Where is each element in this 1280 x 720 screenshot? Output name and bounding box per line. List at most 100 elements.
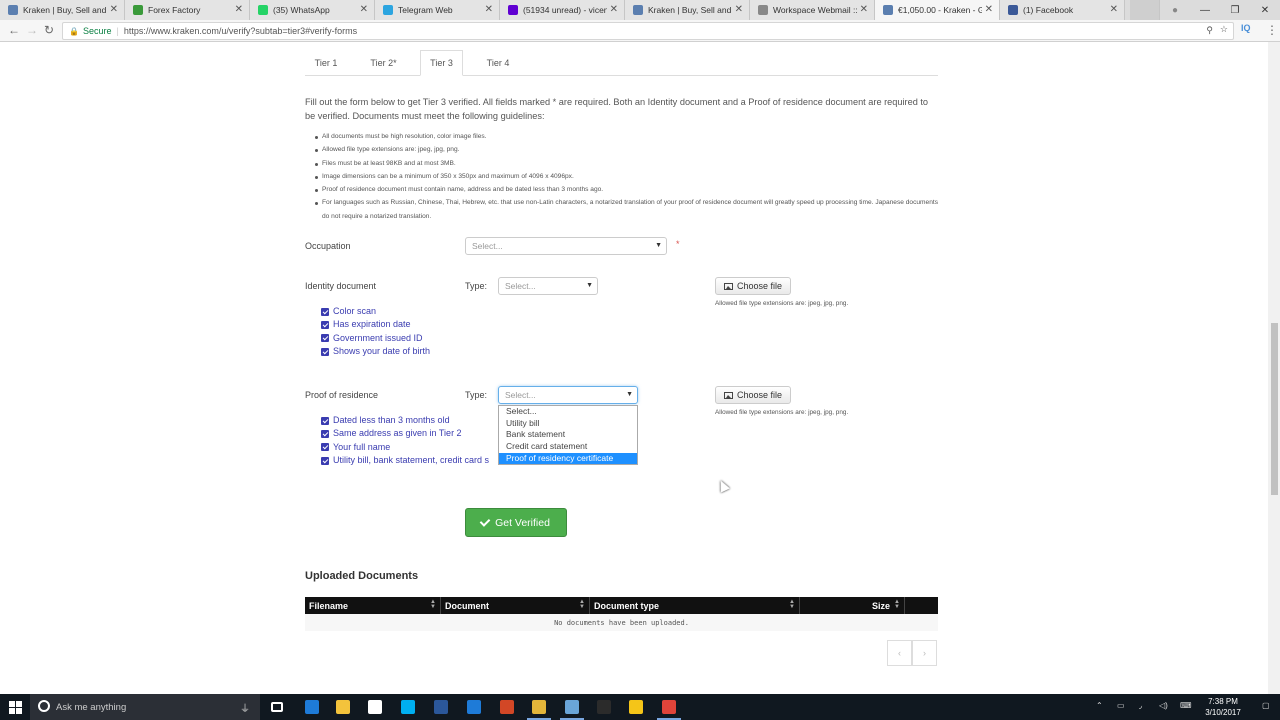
close-tab-icon[interactable]: ✕ — [860, 4, 868, 15]
volume-icon[interactable]: ◁) — [1159, 701, 1168, 710]
browser-tab[interactable]: €1,050.00 - Kraken - Ge ✕ — [875, 0, 1000, 20]
browser-tab[interactable]: Kraken | Buy, Sell and M ✕ — [0, 0, 125, 20]
skype-icon-glyph — [401, 700, 415, 714]
close-tab-icon[interactable]: ✕ — [985, 4, 993, 15]
tab-tier-4[interactable]: Tier 4 — [477, 50, 519, 76]
checkbox-checked-icon — [321, 334, 329, 343]
forward-icon[interactable]: → — [26, 23, 38, 37]
sort-icon: ▲ ▼ — [430, 599, 436, 610]
dropdown-option-highlighted[interactable]: Proof of residency certificate — [499, 452, 637, 465]
extension-icon[interactable]: IQ — [1241, 23, 1251, 33]
dropdown-option[interactable]: Select... — [499, 406, 637, 418]
check-item: Your full name — [333, 441, 391, 452]
red-app-icon[interactable] — [654, 694, 684, 720]
dropdown-option[interactable]: Credit card statement — [499, 441, 637, 453]
chrome-icon[interactable] — [524, 694, 554, 720]
dropdown-option[interactable]: Utility bill — [499, 418, 637, 430]
messaging-icon[interactable] — [459, 694, 489, 720]
residence-type-select[interactable]: Select... ▼ — [498, 386, 638, 404]
tab-tier-2[interactable]: Tier 2* — [361, 50, 406, 76]
task-view-icon[interactable] — [262, 694, 292, 720]
page-scrollbar-thumb[interactable] — [1271, 323, 1278, 495]
empty-table-message: No documents have been uploaded. — [305, 614, 938, 631]
store-icon[interactable] — [360, 694, 390, 720]
kraken-favicon — [883, 5, 893, 15]
close-tab-icon[interactable]: ✕ — [360, 4, 368, 15]
battery-icon[interactable]: ▭ — [1117, 701, 1125, 710]
edge-icon[interactable] — [297, 694, 327, 720]
facebook-favicon — [1008, 5, 1018, 15]
proof-of-residence-label: Proof of residence — [305, 390, 379, 400]
kraken-favicon — [8, 5, 18, 15]
get-verified-button[interactable]: Get Verified — [465, 508, 567, 537]
browser-tab[interactable]: Telegram Web ✕ — [375, 0, 500, 20]
address-bar[interactable]: 🔒 Secure | https://www.kraken.com/u/veri… — [62, 22, 1234, 40]
messaging-icon-glyph — [467, 700, 481, 714]
next-page-button[interactable]: › — [912, 640, 937, 666]
choose-file-label: Choose file — [737, 281, 783, 291]
file-explorer-icon[interactable] — [328, 694, 358, 720]
yahoo-mail-favicon — [508, 5, 518, 15]
table-header-row: Filename ▲ ▼ Document ▲ ▼ Document type ▲ ▼ Si… — [305, 597, 938, 614]
browser-tab[interactable]: Kraken | Buy, Sell and M ✕ — [625, 0, 750, 20]
chevron-down-icon: ▼ — [626, 391, 633, 398]
keyboard-icon[interactable]: ⌨ — [1180, 701, 1192, 710]
check-item: Utility bill, bank statement, credit car… — [333, 454, 490, 465]
browser-tab-title: Kraken | Buy, Sell and M — [648, 5, 732, 15]
notifications-icon[interactable]: ▢ — [1262, 701, 1270, 710]
clock-date: 3/10/2017 — [1205, 708, 1241, 717]
maximize-button[interactable]: ❐ — [1220, 0, 1250, 20]
skype-icon[interactable] — [393, 694, 423, 720]
reload-icon[interactable]: ↻ — [44, 23, 54, 37]
tray-chevron-icon[interactable]: ⌃ — [1096, 701, 1103, 710]
close-tab-icon[interactable]: ✕ — [1110, 4, 1118, 15]
column-header-filename[interactable]: Filename ▲ ▼ — [305, 597, 441, 614]
tab-tier-3[interactable]: Tier 3 — [420, 50, 463, 76]
residence-choose-file-button[interactable]: Choose file — [715, 386, 792, 404]
cortana-search-box[interactable]: Ask me anything ⏚ — [30, 694, 260, 720]
profile-icon[interactable]: ● — [1160, 0, 1190, 20]
chevron-down-icon: ▼ — [655, 242, 662, 249]
previous-page-button[interactable]: ‹ — [887, 640, 912, 666]
file-explorer-icon-glyph — [336, 700, 350, 714]
identity-choose-file-button[interactable]: Choose file — [715, 277, 792, 295]
close-tab-icon[interactable]: ✕ — [610, 4, 618, 15]
lock-icon: 🔒 — [69, 26, 79, 36]
residence-checklist: Dated less than 3 months old Same addres… — [321, 414, 489, 467]
column-header-document-type[interactable]: Document type ▲ ▼ — [590, 597, 800, 614]
bookmark-star-icon[interactable]: ☆ — [1220, 24, 1228, 35]
close-window-button[interactable]: ✕ — [1250, 0, 1280, 20]
back-icon[interactable]: ← — [8, 23, 20, 37]
windows-start-button[interactable] — [0, 694, 30, 720]
browser-tab[interactable]: Forex Factory ✕ — [125, 0, 250, 20]
tab-tier-1[interactable]: Tier 1 — [305, 50, 347, 76]
taskbar-clock[interactable]: 7:38 PM 3/10/2017 — [1193, 696, 1253, 718]
occupation-select[interactable]: Select... ▼ — [465, 237, 667, 255]
key-icon[interactable]: ⚲ — [1206, 25, 1213, 36]
dropdown-option[interactable]: Bank statement — [499, 429, 637, 441]
minimize-button[interactable]: — — [1190, 0, 1220, 20]
microphone-icon[interactable]: ⏚ — [240, 700, 250, 715]
choose-file-label: Choose file — [737, 390, 783, 400]
webmail-favicon — [758, 5, 768, 15]
powerpoint-icon-glyph — [500, 700, 514, 714]
browser-tab[interactable]: (1) Facebook ✕ — [1000, 0, 1125, 20]
new-tab-button[interactable] — [1130, 0, 1160, 20]
close-tab-icon[interactable]: ✕ — [485, 4, 493, 15]
menu-icon[interactable]: ⋮ — [1266, 23, 1278, 37]
word-icon[interactable] — [426, 694, 456, 720]
close-tab-icon[interactable]: ✕ — [735, 4, 743, 15]
pen-app-icon[interactable] — [589, 694, 619, 720]
identity-type-select[interactable]: Select... ▼ — [498, 277, 598, 295]
app-icon[interactable] — [557, 694, 587, 720]
network-icon[interactable]: ◞ — [1139, 701, 1142, 710]
column-header-document[interactable]: Document ▲ ▼ — [441, 597, 590, 614]
close-tab-icon[interactable]: ✕ — [110, 4, 118, 15]
norton-icon[interactable] — [621, 694, 651, 720]
powerpoint-icon[interactable] — [492, 694, 522, 720]
browser-tab[interactable]: (35) WhatsApp ✕ — [250, 0, 375, 20]
browser-tab[interactable]: (51934 unread) - vicent ✕ — [500, 0, 625, 20]
column-header-size[interactable]: Size ▲ ▼ — [800, 597, 905, 614]
close-tab-icon[interactable]: ✕ — [235, 4, 243, 15]
browser-tab[interactable]: Workspace Webmail :: I ✕ — [750, 0, 875, 20]
